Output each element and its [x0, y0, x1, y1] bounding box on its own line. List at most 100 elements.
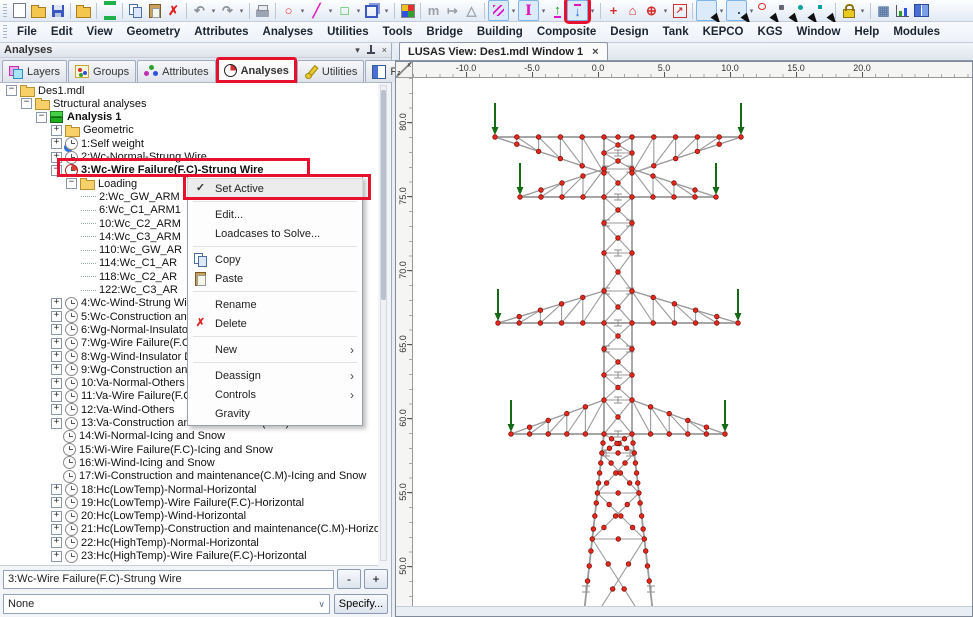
tab-analyses[interactable]: Analyses	[217, 58, 296, 82]
tab-groups[interactable]: Groups	[68, 60, 136, 82]
menu-item-deassign[interactable]: Deassign›	[188, 366, 362, 385]
expand-icon[interactable]: +	[51, 138, 62, 149]
zoom-window-icon[interactable]: ↗	[670, 1, 689, 20]
supports-icon[interactable]: ↑	[548, 1, 567, 20]
expand-icon[interactable]: +	[51, 524, 62, 535]
menu-item-delete[interactable]: ✗Delete	[188, 314, 362, 333]
menu-file[interactable]: File	[10, 22, 44, 42]
delete-icon[interactable]: ✗	[164, 1, 183, 20]
dropdown-caret-icon[interactable]: ▾	[661, 1, 670, 20]
menu-item-loadcases-to-solve-[interactable]: Loadcases to Solve...	[188, 224, 362, 243]
tree-scrollbar[interactable]	[380, 85, 387, 561]
menu-item-controls[interactable]: Controls›	[188, 385, 362, 404]
tree-item[interactable]: +18:Hc(LowTemp)-Normal-Horizontal	[51, 483, 256, 496]
redo-icon[interactable]: ↷	[218, 1, 237, 20]
tab-layers[interactable]: Layers	[2, 60, 67, 82]
panel-close-icon[interactable]: ×	[382, 45, 387, 55]
menu-help[interactable]: Help	[847, 22, 886, 42]
zoom-home-icon[interactable]: ⌂	[623, 1, 642, 20]
tree-item[interactable]: +1:Self weight	[51, 137, 144, 150]
tab-utilities[interactable]: Utilities	[297, 60, 364, 82]
tree-item[interactable]: +12:Va-Wind-Others	[51, 403, 174, 416]
menu-item-paste[interactable]: Paste	[188, 269, 362, 288]
collapse-icon[interactable]: −	[21, 98, 32, 109]
expand-icon[interactable]: +	[51, 404, 62, 415]
menu-tank[interactable]: Tank	[656, 22, 696, 42]
menu-edit[interactable]: Edit	[44, 22, 80, 42]
new-model-icon[interactable]	[10, 1, 29, 20]
tree-item[interactable]: +23:Hc(HighTemp)-Wire Failure(F.C)-Horiz…	[51, 550, 307, 563]
tree-item[interactable]: +8:Wg-Wind-Insulator De	[51, 350, 198, 363]
expand-icon[interactable]: +	[51, 378, 62, 389]
menu-item-rename[interactable]: Rename	[188, 295, 362, 314]
tree-item[interactable]: +20:Hc(LowTemp)-Wind-Horizontal	[51, 510, 246, 523]
collapse-icon[interactable]: −	[66, 178, 77, 189]
pan-cursor-icon[interactable]	[775, 1, 794, 20]
menu-item-set-active[interactable]: ✓Set Active	[188, 179, 362, 198]
select-add-cursor-icon[interactable]	[794, 1, 813, 20]
sweep-icon[interactable]: △	[462, 1, 481, 20]
tree-item[interactable]: 14:Wc_C3_ARM	[81, 230, 181, 243]
menu-design[interactable]: Design	[603, 22, 655, 42]
expand-icon[interactable]: +	[51, 351, 62, 362]
menu-kepco[interactable]: KEPCO	[696, 22, 751, 42]
menu-utilities[interactable]: Utilities	[320, 22, 376, 42]
tab-attributes[interactable]: Attributes	[137, 60, 215, 82]
expand-icon[interactable]: +	[51, 338, 62, 349]
expand-icon[interactable]: +	[51, 125, 62, 136]
dropdown-caret-icon[interactable]: ▾	[298, 1, 307, 20]
tree-item[interactable]: +2:Wc-Normal-Strung Wire	[51, 151, 207, 164]
tree-item[interactable]: +11:Va-Wire Failure(F.C)	[51, 390, 195, 403]
tree-item[interactable]: +9:Wg-Construction and	[51, 363, 194, 376]
select-remove-cursor-icon[interactable]	[813, 1, 832, 20]
expand-icon[interactable]: +	[51, 511, 62, 522]
expand-icon[interactable]: +	[51, 364, 62, 375]
loadcase-increment-button[interactable]: +	[364, 569, 388, 589]
tree-item[interactable]: 2:Wc_GW_ARM	[81, 190, 180, 203]
expand-icon[interactable]: +	[51, 484, 62, 495]
surface-geometry-icon[interactable]: □	[335, 1, 354, 20]
line-geometry-icon[interactable]: ╱	[307, 1, 326, 20]
tree-item[interactable]: 110:Wc_GW_AR	[81, 244, 182, 257]
tree-item[interactable]: +19:Hc(LowTemp)-Wire Failure(F.C)-Horizo…	[51, 496, 304, 509]
collapse-icon[interactable]: −	[51, 165, 62, 176]
tree-item[interactable]: −Analysis 1	[36, 111, 121, 124]
panel-pin-icon[interactable]	[367, 45, 375, 55]
tree-item[interactable]: +22:Hc(HighTemp)-Normal-Horizontal	[51, 536, 259, 549]
menu-analyses[interactable]: Analyses	[256, 22, 321, 42]
tree-item[interactable]: +6:Wg-Normal-Insulator	[51, 323, 192, 336]
tree-item[interactable]: +5:Wc-Construction and	[51, 310, 193, 323]
paste-icon[interactable]	[145, 1, 164, 20]
dropdown-caret-icon[interactable]: ▾	[326, 1, 335, 20]
dropdown-caret-icon[interactable]: ▾	[509, 1, 518, 20]
rotate-view-icon[interactable]: ⊕	[642, 1, 661, 20]
expand-icon[interactable]: +	[51, 152, 62, 163]
menu-item-new[interactable]: New›	[188, 340, 362, 359]
dropdown-caret-icon[interactable]: ▾	[237, 1, 246, 20]
tree-item[interactable]: +21:Hc(LowTemp)-Construction and mainten…	[51, 523, 378, 536]
close-model-icon[interactable]	[74, 1, 93, 20]
menu-modules[interactable]: Modules	[886, 22, 947, 42]
dropdown-caret-icon[interactable]: ▾	[858, 1, 867, 20]
model-properties-icon[interactable]	[100, 1, 119, 20]
menu-item-edit-[interactable]: Edit...	[188, 205, 362, 224]
eigenvector-combo[interactable]: None ∨	[3, 594, 330, 614]
view-close-icon[interactable]: ×	[592, 46, 598, 58]
save-model-icon[interactable]	[48, 1, 67, 20]
tree-item[interactable]: +7:Wg-Wire Failure(F.C)	[51, 337, 193, 350]
open-model-icon[interactable]	[29, 1, 48, 20]
loadcase-decrement-button[interactable]: -	[337, 569, 361, 589]
tree-scrollbar-thumb[interactable]	[381, 90, 386, 300]
dropdown-caret-icon[interactable]: ▾	[539, 1, 548, 20]
menu-tools[interactable]: Tools	[376, 22, 420, 42]
dropdown-caret-icon[interactable]: ▾	[382, 1, 391, 20]
menu-item-copy[interactable]: Copy	[188, 250, 362, 269]
transform-icon[interactable]: ↦	[443, 1, 462, 20]
menu-geometry[interactable]: Geometry	[120, 22, 188, 42]
attributes-palette-icon[interactable]	[398, 1, 417, 20]
specify-button[interactable]: Specify...	[334, 594, 388, 614]
collapse-icon[interactable]: −	[36, 112, 47, 123]
menu-bridge[interactable]: Bridge	[419, 22, 469, 42]
report-viewer-icon[interactable]	[912, 1, 931, 20]
lock-selection-icon[interactable]	[839, 1, 858, 20]
